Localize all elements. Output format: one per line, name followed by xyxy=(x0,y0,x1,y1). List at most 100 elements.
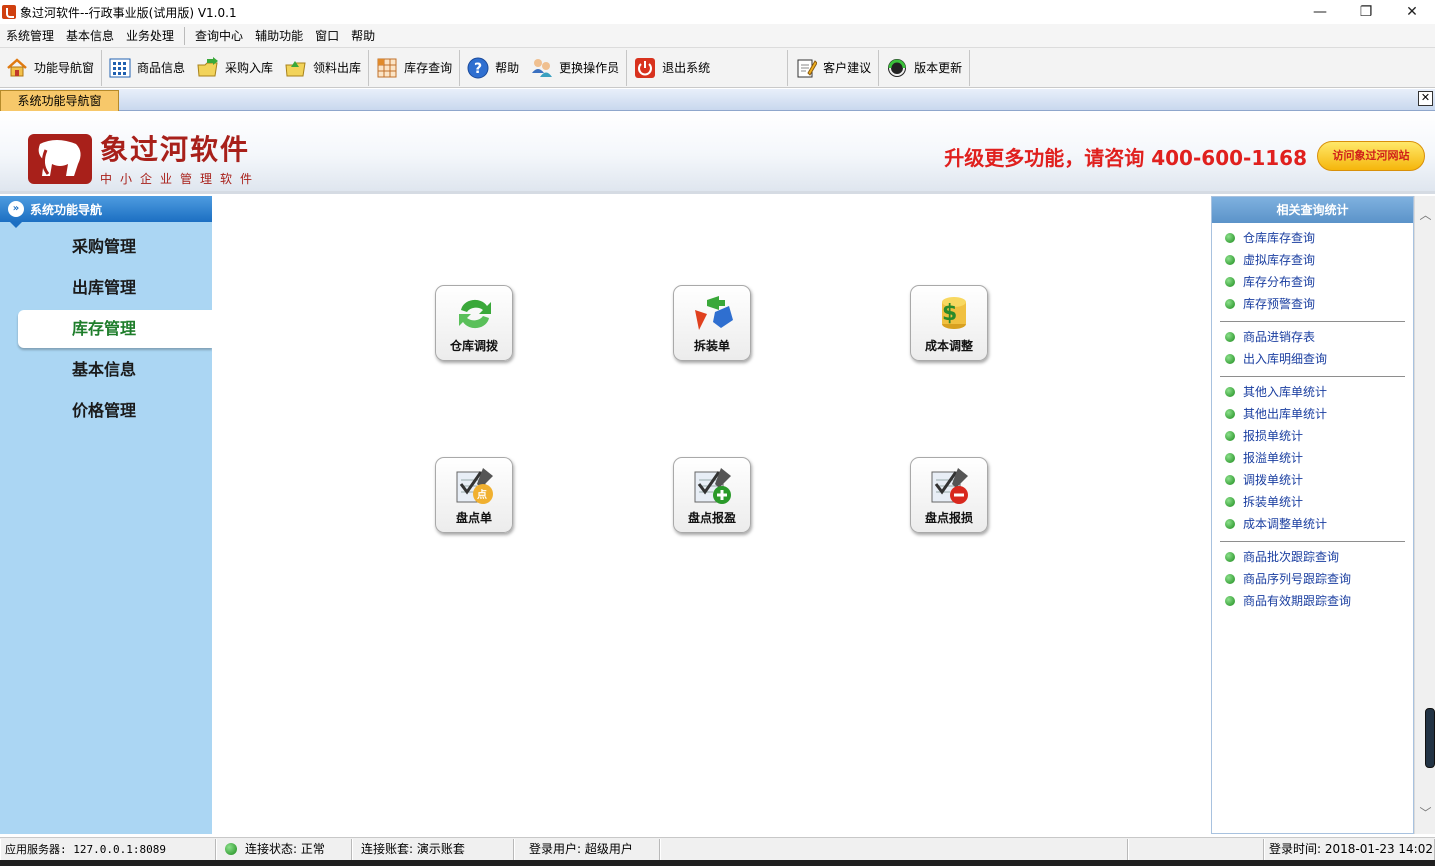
brand-banner: 象过河软件 中小企业管理软件 升级更多功能，请咨询 400-600-1168 访… xyxy=(0,112,1435,194)
link-loss-stats[interactable]: 报损单统计 xyxy=(1220,425,1405,447)
close-tab-icon[interactable]: ✕ xyxy=(1418,91,1433,106)
link-product-inout-report[interactable]: 商品进销存表 xyxy=(1220,326,1405,348)
link-other-in-stats[interactable]: 其他入库单统计 xyxy=(1220,381,1405,403)
exit-system-label: 退出系统 xyxy=(662,61,711,75)
visit-website-button[interactable]: 访问象过河网站 xyxy=(1317,141,1425,171)
link-cost-adjust-stats[interactable]: 成本调整单统计 xyxy=(1220,513,1405,535)
stock-check-label: 盘点单 xyxy=(455,511,492,525)
status-login-time: 登录时间: 2018-01-23 14:02 xyxy=(1264,838,1435,860)
link-label: 其他出库单统计 xyxy=(1243,407,1328,421)
tab-nav-window[interactable]: 系统功能导航窗 xyxy=(0,90,119,111)
stock-query-button[interactable]: 库存查询 xyxy=(370,50,458,86)
menu-bar: 系统管理 基本信息 业务处理 查询中心 辅助功能 窗口 帮助 xyxy=(0,24,1435,48)
scroll-up-icon[interactable]: ︿ xyxy=(1415,206,1435,224)
link-label: 库存预警查询 xyxy=(1243,297,1316,311)
menu-basic-info[interactable]: 基本信息 xyxy=(60,24,120,48)
window-controls: — ❐ ✕ xyxy=(1297,0,1435,24)
green-dot-icon xyxy=(1225,409,1235,419)
green-dot-icon xyxy=(1225,233,1235,243)
stock-query-label: 库存查询 xyxy=(404,61,453,75)
scroll-down-icon[interactable]: ﹀ xyxy=(1415,804,1435,822)
green-dot-icon xyxy=(1225,255,1235,265)
disassembly-order-button[interactable]: 拆装单 xyxy=(673,285,751,361)
menu-separator xyxy=(184,26,186,45)
warehouse-transfer-button[interactable]: 仓库调拨 xyxy=(435,285,513,361)
link-other-out-stats[interactable]: 其他出库单统计 xyxy=(1220,403,1405,425)
menu-help[interactable]: 帮助 xyxy=(345,24,381,48)
restore-button[interactable]: ❐ xyxy=(1343,0,1389,24)
sidebar-item-basic-info[interactable]: 基本信息 xyxy=(0,349,212,390)
link-label: 拆装单统计 xyxy=(1243,495,1304,509)
link-serial-tracking[interactable]: 商品序列号跟踪查询 xyxy=(1220,568,1405,590)
link-expiry-tracking[interactable]: 商品有效期跟踪查询 xyxy=(1220,590,1405,612)
sidebar-item-inventory[interactable]: 库存管理 xyxy=(18,310,212,348)
help-button[interactable]: ? 帮助 xyxy=(461,50,525,86)
disassembly-order-label: 拆装单 xyxy=(693,339,730,353)
query-group-flow: 商品进销存表 出入库明细查询 xyxy=(1220,322,1405,377)
app-logo-icon xyxy=(2,4,16,20)
sidebar-item-purchase[interactable]: 采购管理 xyxy=(0,226,212,267)
link-stock-warning-query[interactable]: 库存预警查询 xyxy=(1220,293,1405,315)
link-label: 商品有效期跟踪查询 xyxy=(1243,594,1352,608)
minimize-button[interactable]: — xyxy=(1297,0,1343,24)
stock-loss-label: 盘点报损 xyxy=(924,511,973,525)
nav-window-button[interactable]: 功能导航窗 xyxy=(0,50,100,86)
menu-tools[interactable]: 辅助功能 xyxy=(249,24,309,48)
green-dot-icon xyxy=(1225,453,1235,463)
upgrade-promo-text: 升级更多功能，请咨询 400-600-1168 xyxy=(944,146,1307,170)
scroll-thumb[interactable] xyxy=(1425,708,1435,768)
green-dot-icon xyxy=(1225,552,1235,562)
svg-text:?: ? xyxy=(474,61,482,77)
link-batch-tracking[interactable]: 商品批次跟踪查询 xyxy=(1220,546,1405,568)
close-window-button[interactable]: ✕ xyxy=(1389,0,1435,24)
stock-surplus-button[interactable]: 盘点报盈 xyxy=(673,457,751,533)
cost-adjustment-label: 成本调整 xyxy=(924,339,973,353)
title-bar: 象过河软件--行政事业版(试用版) V1.0.1 — ❐ ✕ xyxy=(0,0,1435,24)
sidebar-item-outbound[interactable]: 出库管理 xyxy=(0,267,212,308)
switch-operator-button[interactable]: 更换操作员 xyxy=(525,50,625,86)
green-dot-icon xyxy=(1225,497,1235,507)
sidebar-item-pricing[interactable]: 价格管理 xyxy=(0,390,212,431)
document-tab-strip: 系统功能导航窗 ✕ xyxy=(0,89,1435,111)
toolbar-separator xyxy=(101,49,103,86)
material-out-button[interactable]: 领料出库 xyxy=(279,50,367,86)
exit-system-button[interactable]: 退出系统 xyxy=(628,50,716,86)
customer-feedback-label: 客户建议 xyxy=(823,61,872,75)
users-icon xyxy=(531,57,553,79)
link-warehouse-stock-query[interactable]: 仓库库存查询 xyxy=(1220,227,1405,249)
stock-surplus-label: 盘点报盈 xyxy=(687,511,736,525)
purchase-in-button[interactable]: 采购入库 xyxy=(191,50,279,86)
link-disassembly-stats[interactable]: 拆装单统计 xyxy=(1220,491,1405,513)
grid-icon xyxy=(109,57,131,79)
link-stock-distribution-query[interactable]: 库存分布查询 xyxy=(1220,271,1405,293)
green-dot-icon xyxy=(1225,519,1235,529)
vertical-scrollbar[interactable]: ︿ ﹀ xyxy=(1414,196,1435,834)
link-label: 库存分布查询 xyxy=(1243,275,1316,289)
menu-system-management[interactable]: 系统管理 xyxy=(0,24,60,48)
help-label: 帮助 xyxy=(495,61,520,75)
product-info-button[interactable]: 商品信息 xyxy=(103,50,191,86)
customer-feedback-button[interactable]: 客户建议 xyxy=(789,50,877,86)
menu-business[interactable]: 业务处理 xyxy=(120,24,180,48)
logo-title: 象过河软件 xyxy=(100,133,251,166)
menu-query-center[interactable]: 查询中心 xyxy=(189,24,249,48)
status-connection: 连接状态: 正常 xyxy=(216,838,352,860)
toolbar-separator xyxy=(878,49,880,86)
table-icon xyxy=(376,57,398,79)
link-transfer-stats[interactable]: 调拨单统计 xyxy=(1220,469,1405,491)
link-inout-detail-query[interactable]: 出入库明细查询 xyxy=(1220,348,1405,370)
status-connection-label: 连接状态: 正常 xyxy=(245,841,325,856)
version-update-button[interactable]: 版本更新 xyxy=(880,50,968,86)
toolbar-separator xyxy=(626,49,628,86)
link-surplus-stats[interactable]: 报溢单统计 xyxy=(1220,447,1405,469)
green-dot-icon xyxy=(1225,596,1235,606)
nav-window-label: 功能导航窗 xyxy=(34,61,95,75)
sidebar-header: » 系统功能导航 xyxy=(0,196,212,228)
stock-check-button[interactable]: 点 盘点单 xyxy=(435,457,513,533)
cost-adjustment-button[interactable]: $ 成本调整 xyxy=(910,285,988,361)
material-out-label: 领料出库 xyxy=(313,61,362,75)
stock-loss-button[interactable]: 盘点报损 xyxy=(910,457,988,533)
link-virtual-stock-query[interactable]: 虚拟库存查询 xyxy=(1220,249,1405,271)
status-user: 登录用户: 超级用户 xyxy=(514,838,660,860)
menu-window[interactable]: 窗口 xyxy=(309,24,345,48)
